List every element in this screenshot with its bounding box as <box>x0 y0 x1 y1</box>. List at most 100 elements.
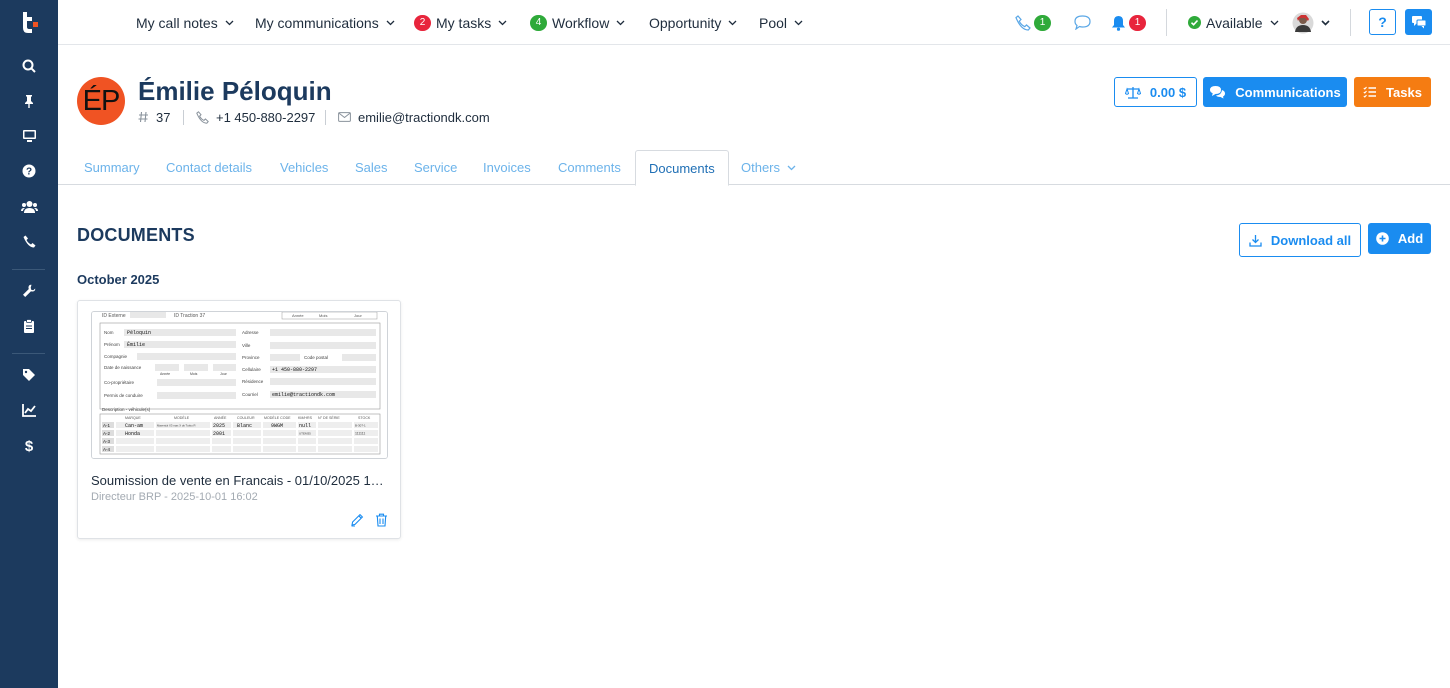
monitor-icon[interactable] <box>0 119 58 153</box>
svg-text:Compagnie: Compagnie <box>104 354 128 359</box>
svg-text:Année: Année <box>160 372 170 376</box>
clipboard-icon[interactable] <box>0 309 58 343</box>
phone-count-badge: 1 <box>1034 14 1051 31</box>
bell-icon <box>1112 15 1125 31</box>
tab-summary[interactable]: Summary <box>71 150 153 185</box>
download-all-button[interactable]: Download all <box>1239 223 1361 257</box>
document-title[interactable]: Soumission de vente en Francais - 01/10/… <box>91 473 387 488</box>
chat-bubble-icon <box>1074 15 1091 30</box>
nav-opportunity[interactable]: Opportunity <box>649 0 737 45</box>
svg-text:Maverick X3 max X ds Turbo R: Maverick X3 max X ds Turbo R <box>157 424 196 428</box>
svg-text:Prénom: Prénom <box>104 342 120 347</box>
document-thumbnail[interactable]: ID Externe ID Traction 37 Année Mois Jou… <box>91 311 388 459</box>
top-navigation: My call notes My communications 2 My tas… <box>58 0 1450 45</box>
svg-text:Adresse: Adresse <box>242 330 259 335</box>
svg-text:Code postal: Code postal <box>304 355 328 360</box>
document-card[interactable]: ID Externe ID Traction 37 Année Mois Jou… <box>77 300 401 539</box>
tab-vehicles[interactable]: Vehicles <box>267 150 341 185</box>
chart-line-icon[interactable] <box>0 393 58 427</box>
svg-text:Date de naissance: Date de naissance <box>104 365 142 370</box>
svg-text:MODÈLE CODE: MODÈLE CODE <box>264 415 291 420</box>
nav-workflow[interactable]: 4 Workflow <box>530 0 625 45</box>
nav-label: Opportunity <box>649 14 722 31</box>
svg-text:COULEUR: COULEUR <box>237 416 255 420</box>
tab-sales[interactable]: Sales <box>342 150 401 185</box>
nav-label: Workflow <box>552 14 610 31</box>
communications-button[interactable]: Communications <box>1203 77 1347 107</box>
svg-text:Nom: Nom <box>104 330 114 335</box>
svg-text:Courriel: Courriel <box>242 392 258 397</box>
svg-text:A-2: A-2 <box>103 431 111 436</box>
svg-text:Jour: Jour <box>354 313 362 318</box>
svg-text:Résidence: Résidence <box>242 379 264 384</box>
contact-phone-value: +1 450-880-2297 <box>216 109 316 125</box>
chevron-down-icon <box>386 20 395 25</box>
page-title: DOCUMENTS <box>77 225 195 245</box>
app-root: ? $ My call notes My communications 2 My… <box>0 0 1450 688</box>
document-subtitle: Directeur BRP - 2025-10-01 16:02 <box>91 491 258 503</box>
contact-id: 37 <box>138 108 170 126</box>
edit-icon[interactable] <box>349 512 365 528</box>
svg-text:A-4: A-4 <box>103 447 111 452</box>
user-menu[interactable] <box>1292 0 1330 45</box>
chat-notifications[interactable] <box>1074 0 1091 45</box>
phone-icon[interactable] <box>0 224 58 258</box>
availability-status-dropdown[interactable]: Available <box>1188 0 1279 45</box>
svg-text:ID Externe: ID Externe <box>102 313 126 319</box>
dollar-icon[interactable]: $ <box>0 428 58 462</box>
chevron-down-icon <box>498 20 507 25</box>
svg-text:Ville: Ville <box>242 343 251 348</box>
help-button[interactable]: ? <box>1369 9 1396 35</box>
add-document-button[interactable]: Add <box>1368 223 1431 254</box>
contact-email-value: emilie@tractiondk.com <box>358 109 490 125</box>
add-label: Add <box>1397 231 1424 246</box>
chevron-down-icon <box>1321 19 1330 26</box>
bell-notifications[interactable]: 1 <box>1111 0 1151 45</box>
svg-text:Émilie: Émilie <box>127 341 145 348</box>
pin-icon[interactable] <box>0 84 58 118</box>
contact-email[interactable]: emilie@tractiondk.com <box>338 108 490 126</box>
nav-pool[interactable]: Pool <box>759 0 803 45</box>
topbar-divider <box>1350 9 1351 36</box>
chevron-down-icon <box>616 20 625 25</box>
meta-divider <box>183 110 184 125</box>
status-label: Available <box>1206 14 1263 31</box>
tasks-count-badge: 2 <box>414 14 431 31</box>
wrench-icon[interactable] <box>0 274 58 308</box>
phone-icon <box>196 110 209 124</box>
traction-logo-icon[interactable] <box>18 10 40 34</box>
tag-icon[interactable] <box>0 358 58 392</box>
svg-text:Province: Province <box>242 355 260 360</box>
check-circle-icon <box>1188 16 1201 29</box>
task-list-icon <box>1363 86 1377 98</box>
help-circle-icon[interactable]: ? <box>0 154 58 188</box>
scale-balance-icon <box>1124 86 1141 99</box>
svg-text:ANNÉE: ANNÉE <box>214 415 227 420</box>
search-icon[interactable] <box>0 49 58 83</box>
tab-others[interactable]: Others <box>728 150 809 185</box>
tab-invoices[interactable]: Invoices <box>470 150 544 185</box>
nav-my-communications[interactable]: My communications <box>255 0 395 45</box>
svg-text:UTEM35: UTEM35 <box>299 432 311 436</box>
tasks-button[interactable]: Tasks <box>1354 77 1431 107</box>
delete-icon[interactable] <box>373 512 389 528</box>
tab-service[interactable]: Service <box>401 150 470 185</box>
tab-comments[interactable]: Comments <box>545 150 634 185</box>
svg-text:Cellulaire: Cellulaire <box>242 367 261 372</box>
balance-button[interactable]: 0.00 $ <box>1114 77 1197 107</box>
svg-text:A-1: A-1 <box>103 423 111 428</box>
download-icon <box>1249 234 1262 247</box>
contact-phone[interactable]: +1 450-880-2297 <box>196 108 315 126</box>
tab-contact-details[interactable]: Contact details <box>153 150 265 185</box>
nav-my-call-notes[interactable]: My call notes <box>136 0 234 45</box>
chevron-down-icon <box>794 20 803 25</box>
nav-my-tasks[interactable]: 2 My tasks <box>414 0 507 45</box>
phone-notifications[interactable]: 1 <box>1015 0 1056 45</box>
users-icon[interactable] <box>0 189 58 223</box>
sidebar: ? $ <box>0 0 58 688</box>
tab-documents[interactable]: Documents <box>635 150 729 186</box>
tasks-label: Tasks <box>1386 84 1422 100</box>
chevron-down-icon <box>728 20 737 25</box>
messages-button[interactable] <box>1405 9 1432 35</box>
chevron-down-icon <box>1270 20 1279 25</box>
